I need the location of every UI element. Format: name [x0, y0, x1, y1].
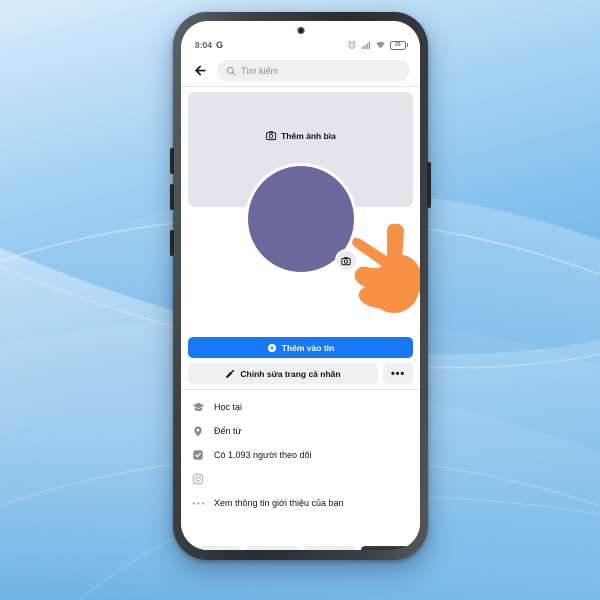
volume-down-button[interactable]	[170, 184, 174, 210]
graduation-cap-icon	[191, 401, 205, 414]
info-row-hometown[interactable]: Đến từ	[191, 419, 410, 443]
info-row-label: Học tại	[214, 402, 243, 412]
profile-avatar-container[interactable]	[244, 163, 358, 275]
signal-icon	[361, 41, 370, 50]
info-row-education[interactable]: Học tại	[191, 395, 410, 419]
section-divider	[181, 389, 420, 390]
wifi-icon	[376, 41, 385, 49]
search-input[interactable]: Tìm kiếm	[217, 60, 410, 81]
side-button-extra[interactable]	[170, 230, 174, 256]
battery-icon: 25	[389, 40, 408, 50]
alarm-icon	[348, 40, 356, 49]
top-navigation-bar: Tìm kiếm	[181, 55, 420, 86]
pencil-icon	[226, 369, 235, 378]
volume-up-button[interactable]	[170, 148, 174, 174]
back-button[interactable]	[190, 61, 210, 81]
camera-icon	[265, 131, 276, 141]
plus-circle-icon	[267, 343, 276, 352]
add-to-story-button[interactable]: Thêm vào tin	[188, 337, 413, 358]
power-button[interactable]	[427, 162, 431, 208]
followers-icon	[191, 449, 205, 461]
edit-profile-label: Chỉnh sửa trang cá nhân	[240, 368, 341, 379]
info-row-instagram[interactable]	[191, 467, 410, 491]
instagram-icon	[191, 473, 205, 485]
change-avatar-button[interactable]	[334, 249, 358, 272]
content-card-preview[interactable]	[189, 546, 241, 550]
status-bar-right: 25	[347, 40, 408, 50]
profile-action-buttons: Thêm vào tin Chỉnh sửa trang cá nhân •••	[181, 337, 420, 384]
info-row-followers[interactable]: Có 1.093 người theo dõi	[191, 443, 410, 467]
status-clock: 8:04	[195, 40, 213, 50]
add-cover-photo-label: Thêm ảnh bìa	[281, 130, 336, 141]
network-type-label: G	[216, 40, 224, 50]
edit-profile-button[interactable]: Chỉnh sửa trang cá nhân	[188, 363, 378, 384]
profile-scroll-area[interactable]: Thêm ảnh bìa Thêm vào tin Chỉnh sửa tran…	[181, 87, 420, 550]
ellipsis-icon	[191, 501, 205, 506]
phone-bezel: 8:04 G 25 Tìm kiếm Thêm ảnh bìa Thêm vào…	[181, 21, 420, 550]
phone-device-frame: 8:04 G 25 Tìm kiếm Thêm ảnh bìa Thêm vào…	[170, 12, 431, 560]
add-cover-photo-button[interactable]: Thêm ảnh bìa	[265, 130, 336, 141]
info-row-see-about[interactable]: Xem thông tin giới thiệu của bạn	[191, 491, 410, 515]
front-camera-punch-hole	[297, 27, 304, 34]
content-card-preview[interactable]	[246, 546, 298, 550]
status-bar-left: 8:04 G	[195, 40, 223, 50]
more-options-button[interactable]: •••	[383, 363, 413, 384]
phone-screen: 8:04 G 25 Tìm kiếm Thêm ảnh bìa Thêm vào…	[181, 21, 420, 550]
edit-profile-row: Chỉnh sửa trang cá nhân •••	[188, 363, 413, 384]
content-card-preview[interactable]	[303, 546, 355, 550]
battery-level-text: 25	[395, 42, 401, 48]
bottom-content-cards	[181, 546, 420, 550]
info-row-label: Có 1.093 người theo dõi	[214, 450, 312, 460]
camera-icon	[341, 256, 351, 265]
search-icon	[226, 66, 236, 75]
profile-info-list: Học tại Đến từ Có 1.093 người theo dõi X…	[181, 395, 420, 515]
info-row-label: Đến từ	[214, 426, 242, 436]
cover-photo-placeholder[interactable]: Thêm ảnh bìa	[188, 92, 420, 313]
content-card-preview[interactable]	[360, 546, 412, 550]
add-to-story-label: Thêm vào tin	[281, 342, 335, 353]
arrow-left-icon	[194, 65, 206, 76]
search-placeholder: Tìm kiếm	[241, 65, 278, 76]
info-row-label: Xem thông tin giới thiệu của bạn	[214, 498, 344, 508]
location-pin-icon	[191, 425, 205, 438]
status-bar: 8:04 G 25	[181, 21, 420, 55]
